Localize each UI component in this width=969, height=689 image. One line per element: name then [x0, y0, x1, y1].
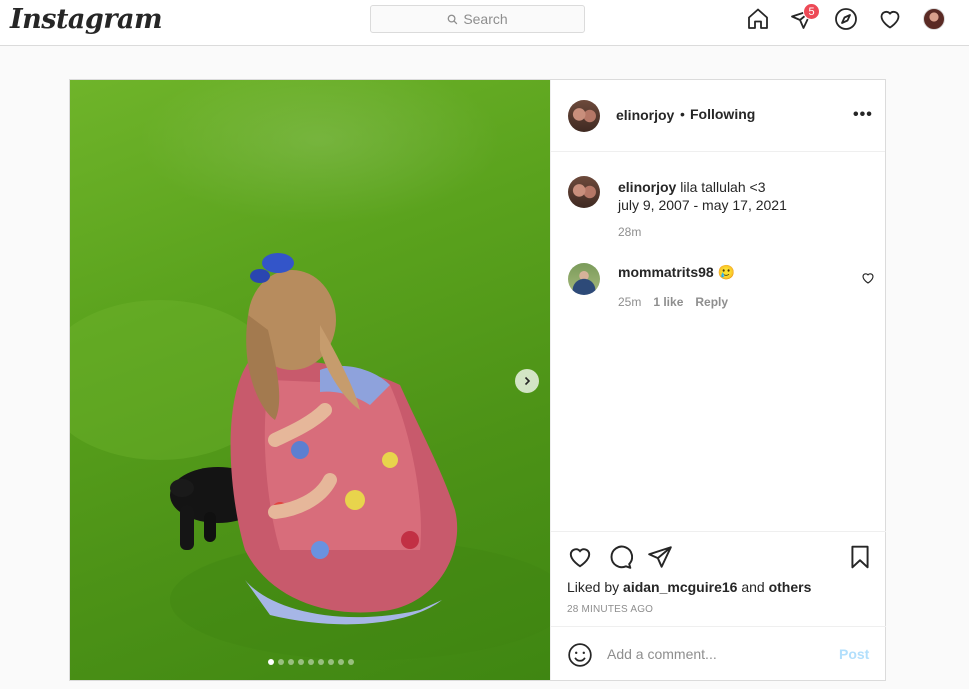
search-icon [447, 14, 458, 24]
comment-timestamp[interactable]: 25m [618, 295, 641, 309]
commenter-avatar[interactable] [568, 263, 600, 295]
explore-compass-icon[interactable] [834, 7, 858, 31]
separator-dot: • [680, 106, 685, 122]
search-placeholder: Search [463, 11, 508, 27]
comment-likes[interactable]: 1 like [653, 295, 683, 309]
caption-text-line2: july 9, 2007 - may 17, 2021 [618, 197, 787, 213]
author-avatar[interactable] [568, 100, 600, 132]
author-username[interactable]: elinorjoy [616, 107, 674, 123]
carousel-dot [328, 659, 334, 665]
carousel-dot [308, 659, 314, 665]
comment-text: 🥲 [717, 264, 736, 280]
comment-username[interactable]: mommatrits98 [618, 264, 714, 280]
comment: mommatrits98 🥲 [618, 264, 735, 281]
reply-button[interactable]: Reply [695, 295, 728, 309]
chevron-right-icon [524, 376, 531, 386]
following-button[interactable]: Following [690, 106, 755, 122]
liked-by-prefix: Liked by [567, 579, 620, 595]
like-heart-icon[interactable] [567, 544, 593, 570]
post-comment-button[interactable]: Post [839, 646, 869, 662]
search-input[interactable]: Search [370, 5, 585, 33]
post-photo [70, 253, 550, 660]
profile-avatar[interactable] [923, 8, 945, 30]
comment-bubble-icon[interactable] [607, 544, 633, 570]
post-timestamp[interactable]: 28 MINUTES AGO [567, 604, 653, 615]
more-options-icon[interactable]: ••• [853, 106, 873, 124]
share-icon[interactable] [647, 544, 673, 570]
carousel-dot [298, 659, 304, 665]
save-bookmark-icon[interactable] [847, 544, 873, 570]
post-header: elinorjoy • Following ••• [551, 80, 885, 152]
caption-username[interactable]: elinorjoy [618, 179, 676, 195]
post-actions: Liked by aidan_mcguire16 and others 28 M… [551, 531, 886, 681]
comment-like-heart-icon[interactable] [861, 271, 875, 285]
post-media[interactable] [70, 80, 550, 680]
emoji-icon[interactable] [567, 642, 593, 668]
carousel-dot [278, 659, 284, 665]
liked-by: Liked by aidan_mcguire16 and others [567, 579, 811, 595]
home-icon[interactable] [746, 7, 770, 31]
carousel-next-button[interactable] [515, 369, 539, 393]
carousel-indicator [268, 659, 354, 665]
top-nav: Instagram Search 5 [0, 0, 969, 46]
carousel-dot [348, 659, 354, 665]
girl [230, 253, 458, 625]
liked-by-others[interactable]: others [769, 579, 812, 595]
caption-avatar[interactable] [568, 176, 600, 208]
caption-timestamp[interactable]: 28m [618, 225, 641, 239]
comment-box: Add a comment... Post [551, 626, 886, 682]
carousel-dot [268, 659, 274, 665]
notification-badge: 5 [803, 3, 820, 20]
caption-text-line1: lila tallulah <3 [680, 179, 766, 195]
instagram-logo[interactable]: Instagram [10, 4, 163, 35]
liked-by-and: and [741, 579, 765, 595]
carousel-dot [288, 659, 294, 665]
comment-meta: 25m 1 like Reply [618, 295, 728, 309]
liked-by-user[interactable]: aidan_mcguire16 [623, 579, 737, 595]
carousel-dot [338, 659, 344, 665]
activity-heart-icon[interactable] [878, 7, 902, 31]
carousel-dot [318, 659, 324, 665]
post-sidebar: elinorjoy • Following ••• elinorjoy lila… [550, 80, 886, 681]
caption: elinorjoy lila tallulah <3 july 9, 2007 … [618, 178, 868, 214]
comment-input[interactable]: Add a comment... [607, 646, 717, 662]
post-card: elinorjoy • Following ••• elinorjoy lila… [69, 79, 886, 681]
